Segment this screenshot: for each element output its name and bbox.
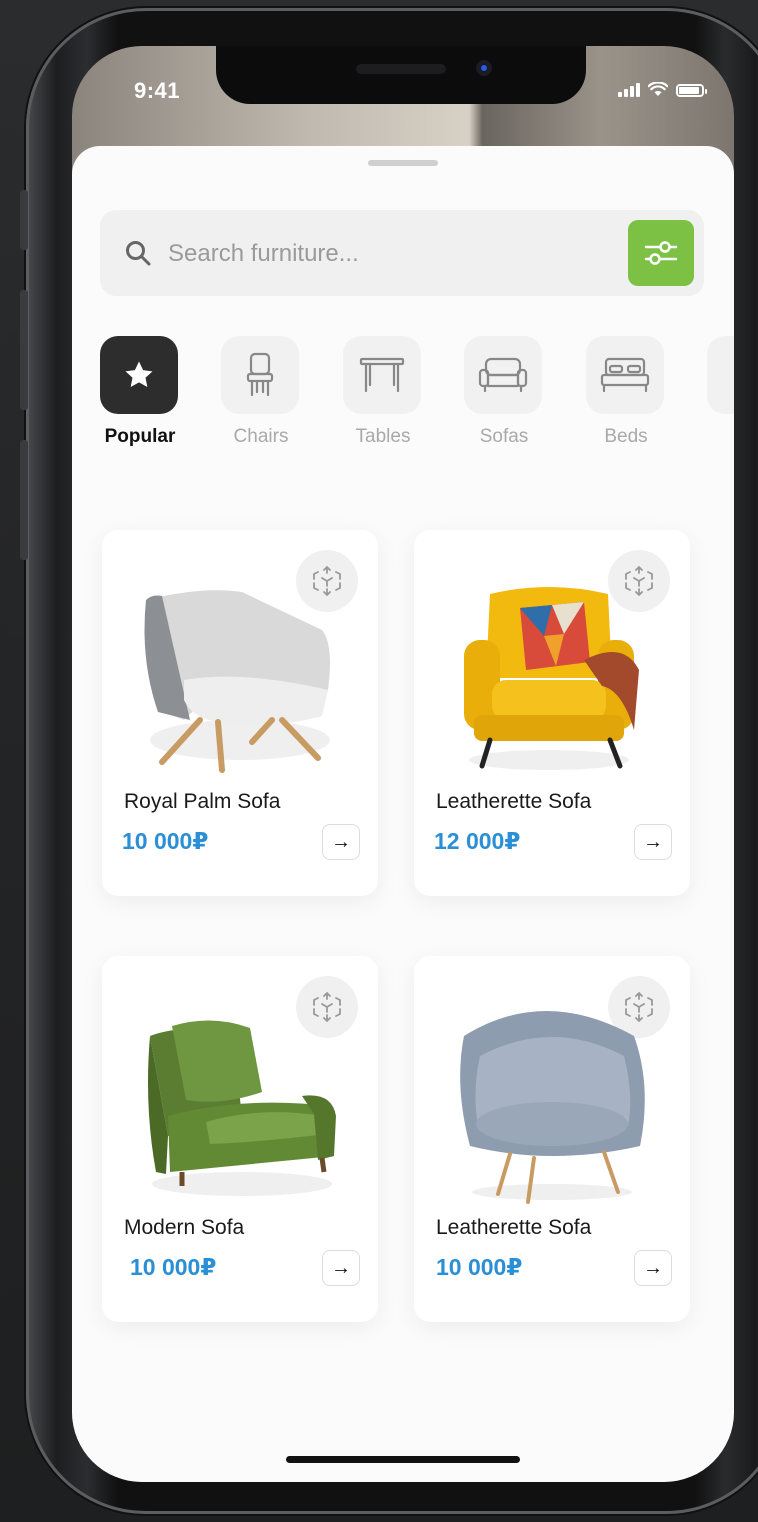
product-name: Royal Palm Sofa: [124, 790, 281, 813]
category-tile: [707, 336, 734, 414]
category-more[interactable]: B: [697, 336, 734, 456]
category-label: Beds: [604, 426, 648, 447]
status-icons: [618, 82, 707, 97]
category-popular[interactable]: Popular: [100, 336, 190, 456]
product-name: Modern Sofa: [124, 1216, 245, 1239]
search-icon: [126, 241, 151, 266]
product-price: 10 000₽: [436, 1254, 523, 1280]
speaker: [356, 64, 446, 74]
chair-icon: [246, 352, 274, 397]
category-tile: [464, 336, 542, 414]
category-sofas[interactable]: Sofas: [454, 336, 554, 456]
arrow-right-icon: →: [331, 830, 351, 853]
product-price: 12 000₽: [434, 828, 521, 854]
drag-handle[interactable]: [368, 160, 438, 166]
bottom-sheet: Popular Chairs Tables: [72, 146, 734, 1482]
category-tile: [100, 336, 178, 414]
category-tile: [586, 336, 664, 414]
front-camera: [476, 60, 492, 76]
product-card[interactable]: Modern Sofa 10 000₽ →: [102, 956, 378, 1322]
open-product-button[interactable]: →: [322, 824, 360, 860]
open-product-button[interactable]: →: [322, 1250, 360, 1286]
filter-button[interactable]: [628, 220, 694, 286]
table-icon: [359, 357, 405, 393]
status-bar: 9:41: [72, 46, 734, 146]
arrow-right-icon: →: [643, 1256, 663, 1279]
category-tables[interactable]: Tables: [333, 336, 433, 456]
sliders-icon: [644, 241, 678, 265]
home-indicator[interactable]: [286, 1456, 520, 1463]
category-label: Tables: [355, 426, 411, 447]
category-label: B: [697, 426, 734, 448]
product-image-armchair-blue: [460, 1011, 645, 1204]
volume-down-button: [20, 440, 28, 560]
product-price: 10 000₽: [122, 828, 209, 854]
product-card[interactable]: Leatherette Sofa 12 000₽ →: [414, 530, 690, 896]
lamp-icon: [726, 355, 734, 395]
category-label: Popular: [104, 426, 176, 447]
product-name: Leatherette Sofa: [436, 1216, 592, 1239]
status-time: 9:41: [134, 78, 181, 103]
product-image-armchair-grey: [144, 590, 330, 773]
notch: [216, 46, 586, 104]
search-bar: [100, 210, 704, 296]
star-icon: [125, 361, 153, 388]
product-image-armchair-green: [148, 1020, 336, 1196]
category-chairs[interactable]: Chairs: [211, 336, 311, 456]
mute-switch: [20, 190, 28, 250]
category-beds[interactable]: Beds: [576, 336, 676, 456]
battery-icon: [676, 84, 707, 97]
search-input[interactable]: [166, 232, 610, 276]
bed-icon: [600, 357, 650, 393]
category-label: Chairs: [233, 426, 289, 447]
category-tile: [221, 336, 299, 414]
product-name: Leatherette Sofa: [436, 790, 592, 813]
open-product-button[interactable]: →: [634, 1250, 672, 1286]
wifi-icon: [648, 82, 668, 96]
category-tile: [343, 336, 421, 414]
product-image-armchair-yellow: [464, 587, 639, 770]
open-product-button[interactable]: →: [634, 824, 672, 860]
category-list: Popular Chairs Tables Sofas Beds: [100, 336, 734, 456]
product-price: 10 000₽: [130, 1254, 217, 1280]
product-card[interactable]: Royal Palm Sofa 10 000₽ →: [102, 530, 378, 896]
signal-icon: [618, 83, 640, 97]
sofa-icon: [478, 357, 528, 393]
category-label: Sofas: [479, 426, 529, 447]
product-card[interactable]: Leatherette Sofa 10 000₽ →: [414, 956, 690, 1322]
arrow-right-icon: →: [331, 1256, 351, 1279]
volume-up-button: [20, 290, 28, 410]
arrow-right-icon: →: [643, 830, 663, 853]
screen: 9:41 Search furniture... Popular Chairs …: [72, 46, 734, 1482]
